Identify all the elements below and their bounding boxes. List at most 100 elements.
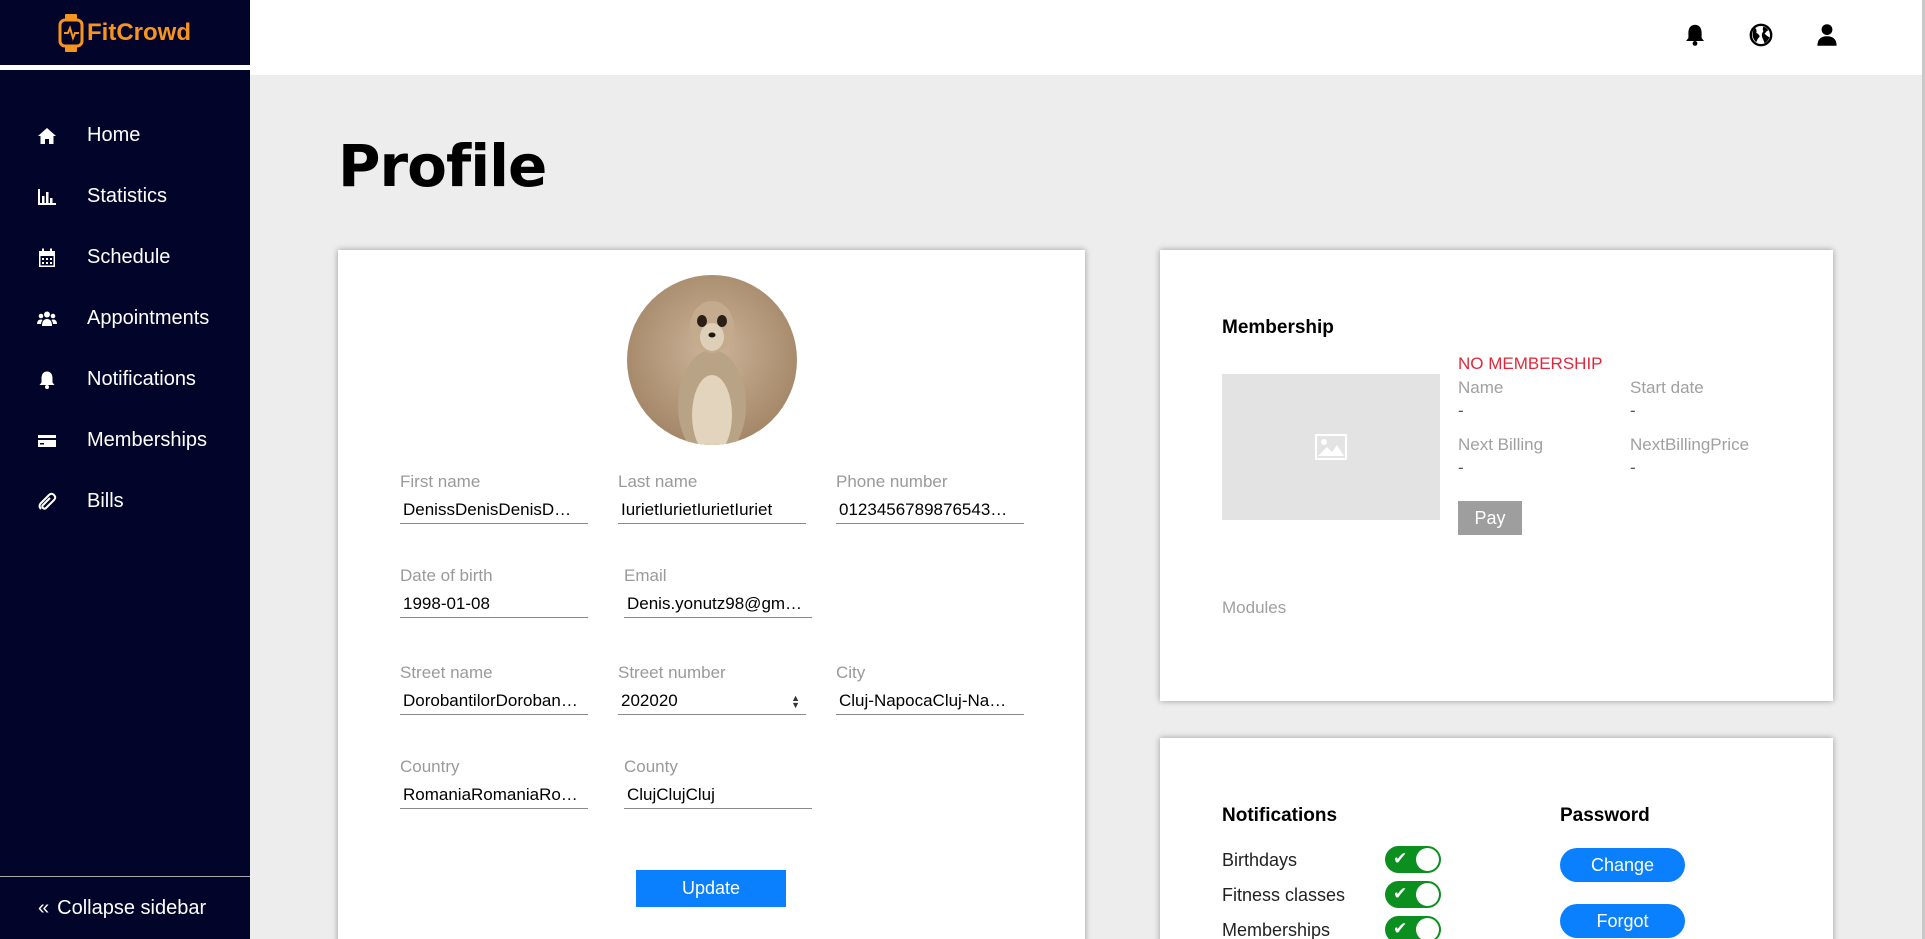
page-title: Profile [338,132,547,200]
double-chevron-left-icon: « [38,896,50,919]
image-icon [1315,434,1347,460]
sidebar-item-statistics[interactable]: Statistics [0,166,250,227]
birthdays-label: Birthdays [1222,850,1298,870]
memberships-toggle[interactable]: ✔ [1385,916,1441,939]
city-field: City Cluj-NapocaCluj-Na… [836,663,1024,715]
county-field: County ClujClujCluj [624,757,812,809]
dob-label: Date of birth [400,566,493,585]
notifications-title: Notifications [1222,805,1338,826]
sidebar-item-memberships[interactable]: Memberships [0,410,250,471]
sidebar-item-bills[interactable]: Bills [0,471,250,532]
membership-status: NO MEMBERSHIP [1458,354,1603,373]
fitness-classes-toggle[interactable]: ✔ [1385,881,1441,908]
paperclip-icon [36,491,58,513]
settings-card: Notifications Birthdays ✔ Fitness classe… [1160,738,1833,939]
country-field: Country RomaniaRomaniaRo… [400,757,588,809]
modules-label: Modules [1222,598,1287,617]
update-button[interactable]: Update [636,870,786,907]
smartwatch-icon [58,13,84,52]
city-label: City [836,663,866,682]
first-name-field: First name DenissDenisDenisD… [400,472,588,524]
sidebar-item-label: Appointments [87,307,210,329]
dob-input[interactable]: 1998-01-08 [400,592,588,618]
fitcrowd-logo[interactable]: FitCrowd [58,13,191,53]
county-input[interactable]: ClujClujCluj [624,783,812,809]
credit-card-icon [36,430,58,452]
collapse-sidebar-label: Collapse sidebar [57,896,207,919]
fitness-classes-label: Fitness classes [1222,885,1346,905]
membership-name-value: - [1458,401,1464,420]
number-spinner-icon[interactable]: ▲ ▼ [791,694,800,710]
password-title: Password [1560,805,1650,826]
meerkat-photo [627,275,797,445]
calendar-icon [36,247,58,269]
user-icon[interactable] [1814,20,1840,50]
email-input[interactable]: Denis.yonutz98@gm… [624,592,812,618]
sidebar-item-label: Notifications [87,368,196,390]
street-name-input[interactable]: DorobantilorDoroban… [400,689,588,715]
country-input[interactable]: RomaniaRomaniaRo… [400,783,588,809]
phone-input[interactable]: 0123456789876543… [836,498,1024,524]
forgot-password-button[interactable]: Forgot [1560,904,1685,938]
sidebar-item-appointments[interactable]: Appointments [0,288,250,349]
users-icon [36,308,58,330]
phone-field: Phone number 0123456789876543… [836,472,1024,524]
check-icon: ✔ [1393,884,1408,903]
street-name-label: Street name [400,663,493,682]
sidebar: FitCrowd Home Statistics Schedule Appoin… [0,0,250,939]
street-number-label: Street number [618,663,726,682]
phone-label: Phone number [836,472,948,491]
bar-chart-icon [36,186,58,208]
street-number-input[interactable]: 202020 [618,689,806,715]
bell-icon [36,369,58,391]
street-name-field: Street name DorobantilorDoroban… [400,663,588,715]
next-billing-price-label: NextBillingPrice [1630,435,1750,454]
next-billing-value: - [1458,458,1464,477]
memberships-label: Memberships [1222,920,1331,939]
first-name-input[interactable]: DenissDenisDenisD… [400,498,588,524]
last-name-field: Last name IurietIurietIurietIuriet [618,472,806,524]
sidebar-item-notifications[interactable]: Notifications [0,349,250,410]
pay-button[interactable]: Pay [1458,501,1522,535]
next-billing-label: Next Billing [1458,435,1544,454]
dob-field: Date of birth 1998-01-08 [400,566,588,618]
sidebar-item-label: Bills [87,490,124,512]
check-icon: ✔ [1393,849,1408,868]
brand-name: FitCrowd [87,18,191,46]
membership-image-placeholder [1222,374,1440,520]
start-date-value: - [1630,401,1636,420]
top-bar-actions [1682,20,1840,50]
check-icon: ✔ [1393,919,1408,938]
first-name-label: First name [400,472,481,491]
sidebar-nav: Home Statistics Schedule Appointments No… [0,105,250,532]
county-label: County [624,757,678,776]
logo-bar: FitCrowd [0,0,250,70]
avatar[interactable] [627,275,797,445]
bell-icon[interactable] [1682,20,1708,50]
sidebar-item-home[interactable]: Home [0,105,250,166]
start-date-label: Start date [1630,378,1704,397]
email-label: Email [624,566,667,585]
last-name-label: Last name [618,472,698,491]
globe-icon[interactable] [1748,20,1774,50]
membership-title: Membership [1222,317,1334,338]
city-input[interactable]: Cluj-NapocaCluj-Na… [836,689,1024,715]
sidebar-item-label: Statistics [87,185,168,207]
country-label: Country [400,757,460,776]
street-number-field: Street number 202020 ▲ ▼ [618,663,806,715]
membership-card: Membership NO MEMBERSHIP Name - Start da… [1160,250,1833,701]
profile-card: First name DenissDenisDenisD… Last name … [338,250,1085,939]
last-name-input[interactable]: IurietIurietIurietIuriet [618,498,806,524]
sidebar-item-label: Home [87,124,141,146]
membership-name-label: Name [1458,378,1504,397]
sidebar-item-label: Memberships [87,429,208,451]
change-password-button[interactable]: Change [1560,848,1685,882]
sidebar-item-label: Schedule [87,246,171,268]
home-icon [36,125,58,147]
sidebar-item-schedule[interactable]: Schedule [0,227,250,288]
collapse-sidebar-button[interactable]: « Collapse sidebar [0,876,250,939]
next-billing-price-value: - [1630,458,1636,477]
email-field: Email Denis.yonutz98@gm… [624,566,812,618]
top-bar [250,0,1922,75]
birthdays-toggle[interactable]: ✔ [1385,846,1441,873]
